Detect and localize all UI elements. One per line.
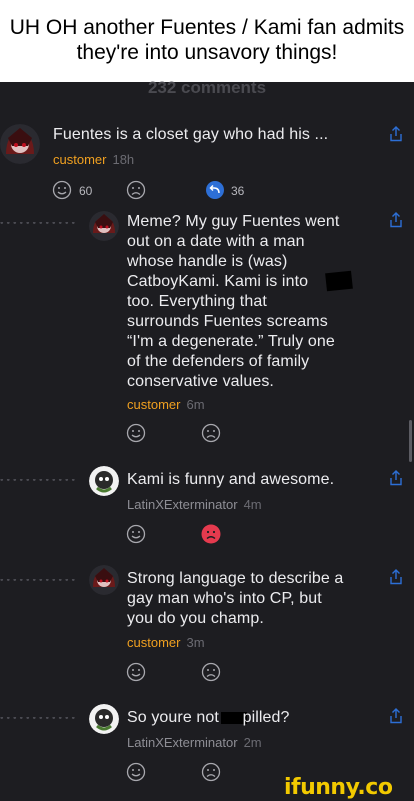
comment-meta: LatinXExterminator 4m bbox=[127, 497, 262, 512]
share-icon[interactable] bbox=[389, 212, 403, 228]
smile-icon[interactable] bbox=[126, 423, 146, 443]
frown-icon[interactable] bbox=[126, 180, 146, 200]
reply-count[interactable]: 36 bbox=[231, 184, 244, 198]
smile-icon[interactable] bbox=[126, 662, 146, 682]
share-icon[interactable] bbox=[389, 126, 403, 142]
comment-time: 18h bbox=[112, 152, 135, 167]
thread-dots: ••••••••••••• bbox=[0, 479, 78, 483]
comment-time: 4m bbox=[243, 497, 262, 512]
smile-icon[interactable] bbox=[52, 180, 72, 200]
comment-author[interactable]: LatinXExterminator bbox=[127, 497, 238, 512]
text-line: conservative values. bbox=[127, 373, 274, 390]
comment-text: Strong language to describe a gay man wh… bbox=[127, 569, 387, 629]
like-count: 60 bbox=[79, 184, 93, 198]
text-line: out on a date with a man bbox=[127, 233, 305, 250]
comment-author[interactable]: customer bbox=[53, 152, 106, 167]
comment-time: 6m bbox=[186, 397, 205, 412]
share-icon[interactable] bbox=[389, 569, 403, 585]
comments-header: 232 comments bbox=[147, 78, 267, 97]
frown-icon[interactable] bbox=[201, 423, 221, 443]
thread-dots: ••••••••••••• bbox=[0, 717, 78, 721]
avatar[interactable] bbox=[89, 466, 119, 496]
text-line: of the defenders of family bbox=[127, 353, 310, 370]
comment-author[interactable]: LatinXExterminator bbox=[127, 735, 238, 750]
avatar[interactable] bbox=[89, 704, 119, 734]
thread-dots: ••••••••••••• bbox=[0, 222, 78, 226]
text-line: Meme? My guy Fuentes went bbox=[127, 213, 340, 230]
comment-meta: customer 3m bbox=[127, 635, 205, 650]
comment-author[interactable]: customer bbox=[127, 635, 180, 650]
text-line: whose handle is (was) bbox=[127, 253, 288, 270]
scrollbar[interactable] bbox=[409, 420, 412, 462]
comment-time: 3m bbox=[186, 635, 205, 650]
frown-icon-active[interactable] bbox=[201, 524, 221, 544]
ifunny-watermark: ifunny.co bbox=[284, 775, 393, 800]
frown-icon[interactable] bbox=[201, 662, 221, 682]
reply-icon[interactable] bbox=[205, 180, 225, 200]
text-line: too. Everything that bbox=[127, 293, 267, 310]
smile-icon[interactable] bbox=[126, 524, 146, 544]
text-line: you do you champ. bbox=[127, 610, 264, 627]
comment-meta: LatinXExterminator 2m bbox=[127, 735, 262, 750]
comment-meta: customer 18h bbox=[53, 152, 134, 167]
frown-icon[interactable] bbox=[201, 762, 221, 782]
text-part: pilled? bbox=[242, 709, 290, 726]
redaction-mark bbox=[325, 270, 353, 292]
comment-text: Fuentes is a closet gay who had his ... bbox=[53, 126, 329, 143]
comment-text: Meme? My guy Fuentes went out on a date … bbox=[127, 212, 387, 392]
text-line: “I'm a degenerate.” Truly one bbox=[127, 333, 335, 350]
comment-meta: customer 6m bbox=[127, 397, 205, 412]
share-icon[interactable] bbox=[389, 708, 403, 724]
meme-caption: UH OH another Fuentes / Kami fan admits … bbox=[0, 0, 414, 82]
avatar[interactable] bbox=[0, 124, 40, 164]
avatar[interactable] bbox=[89, 565, 119, 595]
comment-author[interactable]: customer bbox=[127, 397, 180, 412]
thread-dots: ••••••••••••• bbox=[0, 579, 78, 583]
comment-text: So youre not cu pilled? bbox=[127, 708, 387, 728]
comment-time: 2m bbox=[243, 735, 262, 750]
smile-icon[interactable] bbox=[126, 762, 146, 782]
comment-text: Kami is funny and awesome. bbox=[127, 471, 335, 488]
text-line: surrounds Fuentes screams bbox=[127, 313, 328, 330]
avatar[interactable] bbox=[89, 211, 119, 241]
text-line: Strong language to describe a bbox=[127, 570, 344, 587]
text-line: gay man who's into CP, but bbox=[127, 590, 322, 607]
share-icon[interactable] bbox=[389, 470, 403, 486]
